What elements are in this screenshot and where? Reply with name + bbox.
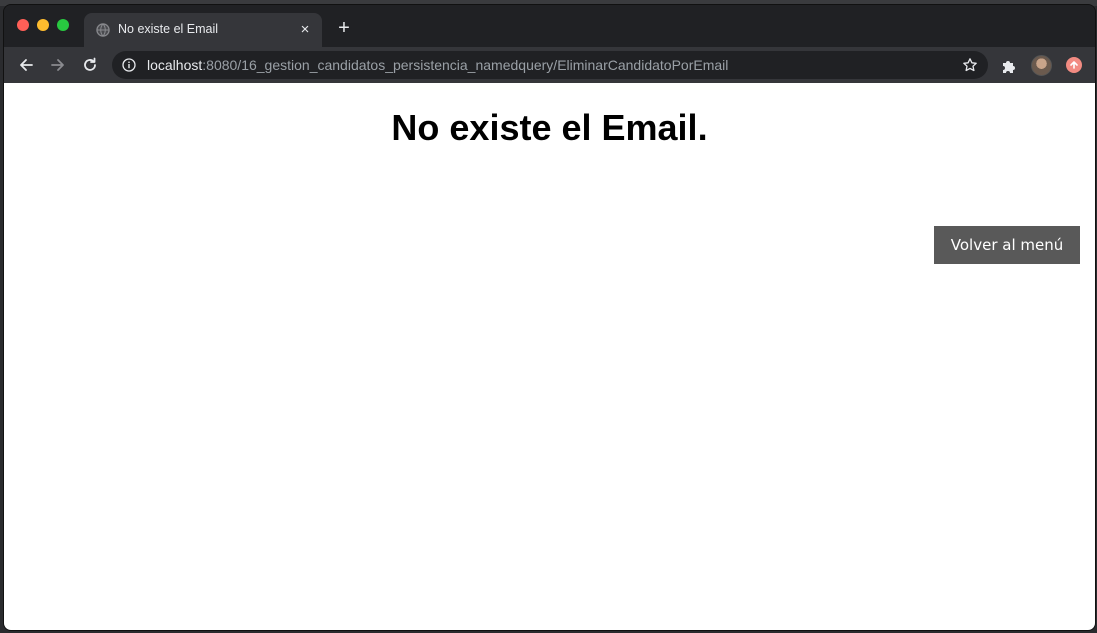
page-title: No existe el Email. [391,107,708,148]
tab-strip: No existe el Email × + [4,5,1095,47]
minimize-window-button[interactable] [37,19,49,31]
address-bar[interactable]: localhost:8080/16_gestion_candidatos_per… [112,51,988,79]
reload-icon[interactable] [78,53,102,77]
tab-close-icon[interactable]: × [296,21,314,39]
url-text: localhost:8080/16_gestion_candidatos_per… [147,57,728,73]
info-icon[interactable] [122,58,136,72]
globe-icon [96,23,110,37]
star-icon[interactable] [962,57,978,73]
back-to-menu-button[interactable]: Volver al menú [934,226,1080,264]
page-content: No existe el Email. Volver al menú [4,83,1095,630]
tab-title: No existe el Email [118,22,219,36]
update-icon[interactable] [1066,57,1082,73]
browser-toolbar: localhost:8080/16_gestion_candidatos_per… [4,47,1095,83]
browser-window: No existe el Email × + localhost:8080/16… [3,4,1096,631]
maximize-window-button[interactable] [57,19,69,31]
new-tab-button[interactable]: + [334,18,354,38]
avatar[interactable] [1031,55,1052,76]
url-host: localhost [147,57,203,73]
tab-active[interactable]: No existe el Email × [84,13,322,47]
url-path: :8080/16_gestion_candidatos_persistencia… [202,57,729,73]
close-window-button[interactable] [17,19,29,31]
back-arrow-icon[interactable] [14,53,38,77]
forward-arrow-icon[interactable] [46,53,70,77]
puzzle-icon[interactable] [1000,57,1018,75]
